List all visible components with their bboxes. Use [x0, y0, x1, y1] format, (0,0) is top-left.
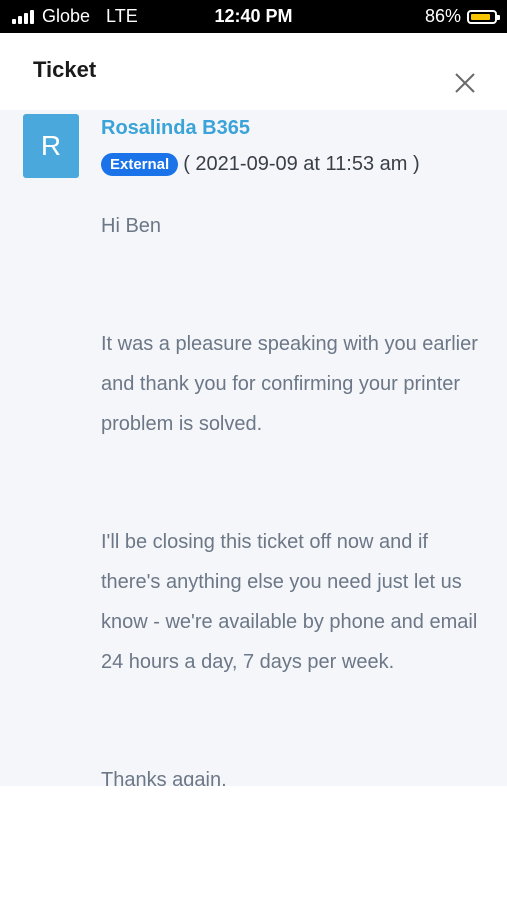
status-bar: Globe LTE 12:40 PM 86%	[0, 0, 507, 33]
page-title: Ticket	[33, 57, 97, 82]
message-greeting: Hi Ben	[101, 215, 162, 237]
battery-fill	[471, 13, 490, 20]
external-badge: External	[101, 153, 179, 176]
battery-tip	[497, 14, 500, 20]
message-body: Hi Ben It was a pleasure speaking with y…	[101, 206, 491, 786]
battery-icon	[467, 9, 500, 24]
battery-percent: 86%	[424, 6, 461, 26]
bottom-area	[0, 786, 507, 900]
message-closing: Thanks again,	[101, 769, 227, 786]
avatar: R	[23, 114, 79, 178]
message-content: R Rosalinda B365 External ( 2021-09-09 a…	[0, 110, 507, 786]
message-paragraph-2: I'll be closing this ticket off now and …	[101, 531, 478, 673]
close-button[interactable]	[451, 69, 479, 97]
close-icon	[455, 73, 475, 93]
author-name[interactable]: Rosalinda B365	[101, 117, 250, 140]
message-timestamp: ( 2021-09-09 at 11:53 am )	[183, 153, 420, 175]
header: Ticket	[0, 33, 507, 110]
message-paragraph-1: It was a pleasure speaking with you earl…	[101, 333, 478, 435]
status-right: 86%	[424, 6, 500, 27]
message-meta: External ( 2021-09-09 at 11:53 am )	[101, 153, 420, 176]
